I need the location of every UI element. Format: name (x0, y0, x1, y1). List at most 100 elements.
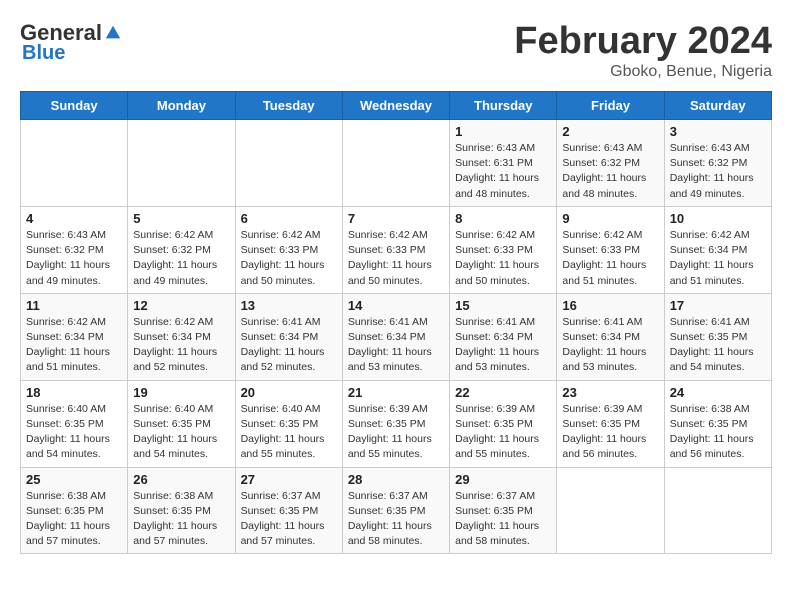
day-info: Sunrise: 6:38 AM Sunset: 6:35 PM Dayligh… (133, 489, 229, 550)
calendar-cell: 10 Sunrise: 6:42 AM Sunset: 6:34 PM Dayli… (664, 206, 771, 293)
calendar-cell: 2 Sunrise: 6:43 AM Sunset: 6:32 PM Daylig… (557, 120, 664, 207)
column-header-thursday: Thursday (450, 92, 557, 120)
day-info: Sunrise: 6:39 AM Sunset: 6:35 PM Dayligh… (455, 402, 551, 463)
calendar-cell: 24 Sunrise: 6:38 AM Sunset: 6:35 PM Dayli… (664, 380, 771, 467)
day-info: Sunrise: 6:37 AM Sunset: 6:35 PM Dayligh… (455, 489, 551, 550)
day-info: Sunrise: 6:43 AM Sunset: 6:32 PM Dayligh… (670, 141, 766, 202)
day-number: 2 (562, 124, 658, 139)
day-number: 22 (455, 385, 551, 400)
day-number: 13 (241, 298, 337, 313)
day-number: 14 (348, 298, 444, 313)
day-info: Sunrise: 6:41 AM Sunset: 6:34 PM Dayligh… (241, 315, 337, 376)
calendar-cell: 20 Sunrise: 6:40 AM Sunset: 6:35 PM Dayli… (235, 380, 342, 467)
day-number: 18 (26, 385, 122, 400)
day-info: Sunrise: 6:41 AM Sunset: 6:34 PM Dayligh… (348, 315, 444, 376)
calendar-cell: 15 Sunrise: 6:41 AM Sunset: 6:34 PM Dayli… (450, 293, 557, 380)
week-row-5: 25 Sunrise: 6:38 AM Sunset: 6:35 PM Dayli… (21, 467, 772, 554)
calendar-cell: 23 Sunrise: 6:39 AM Sunset: 6:35 PM Dayli… (557, 380, 664, 467)
day-number: 15 (455, 298, 551, 313)
calendar-cell: 25 Sunrise: 6:38 AM Sunset: 6:35 PM Dayli… (21, 467, 128, 554)
day-info: Sunrise: 6:37 AM Sunset: 6:35 PM Dayligh… (348, 489, 444, 550)
day-info: Sunrise: 6:42 AM Sunset: 6:33 PM Dayligh… (241, 228, 337, 289)
day-number: 25 (26, 472, 122, 487)
calendar-cell: 6 Sunrise: 6:42 AM Sunset: 6:33 PM Daylig… (235, 206, 342, 293)
day-number: 8 (455, 211, 551, 226)
calendar-cell: 19 Sunrise: 6:40 AM Sunset: 6:35 PM Dayli… (128, 380, 235, 467)
page-header: General Blue February 2024 Gboko, Benue,… (20, 20, 772, 81)
week-row-1: 1Sunrise: 6:43 AM Sunset: 6:31 PM Daylig… (21, 120, 772, 207)
day-number: 24 (670, 385, 766, 400)
day-info: Sunrise: 6:38 AM Sunset: 6:35 PM Dayligh… (670, 402, 766, 463)
column-header-tuesday: Tuesday (235, 92, 342, 120)
calendar-cell: 21 Sunrise: 6:39 AM Sunset: 6:35 PM Dayli… (342, 380, 449, 467)
day-info: Sunrise: 6:41 AM Sunset: 6:35 PM Dayligh… (670, 315, 766, 376)
calendar-cell: 22 Sunrise: 6:39 AM Sunset: 6:35 PM Dayli… (450, 380, 557, 467)
day-info: Sunrise: 6:43 AM Sunset: 6:32 PM Dayligh… (26, 228, 122, 289)
logo: General Blue (20, 20, 122, 65)
day-number: 29 (455, 472, 551, 487)
calendar-cell: 17 Sunrise: 6:41 AM Sunset: 6:35 PM Dayli… (664, 293, 771, 380)
calendar-cell: 18 Sunrise: 6:40 AM Sunset: 6:35 PM Dayli… (21, 380, 128, 467)
day-info: Sunrise: 6:40 AM Sunset: 6:35 PM Dayligh… (26, 402, 122, 463)
calendar-cell (557, 467, 664, 554)
calendar-cell: 28Sunrise: 6:37 AM Sunset: 6:35 PM Dayli… (342, 467, 449, 554)
day-info: Sunrise: 6:41 AM Sunset: 6:34 PM Dayligh… (455, 315, 551, 376)
calendar-cell: 3 Sunrise: 6:43 AM Sunset: 6:32 PM Daylig… (664, 120, 771, 207)
calendar-cell: 9Sunrise: 6:42 AM Sunset: 6:33 PM Daylig… (557, 206, 664, 293)
calendar-cell: 26Sunrise: 6:38 AM Sunset: 6:35 PM Dayli… (128, 467, 235, 554)
column-header-sunday: Sunday (21, 92, 128, 120)
calendar-cell: 8 Sunrise: 6:42 AM Sunset: 6:33 PM Daylig… (450, 206, 557, 293)
day-number: 9 (562, 211, 658, 226)
day-number: 21 (348, 385, 444, 400)
calendar-cell: 11 Sunrise: 6:42 AM Sunset: 6:34 PM Dayli… (21, 293, 128, 380)
day-info: Sunrise: 6:43 AM Sunset: 6:32 PM Dayligh… (562, 141, 658, 202)
day-info: Sunrise: 6:39 AM Sunset: 6:35 PM Dayligh… (348, 402, 444, 463)
day-info: Sunrise: 6:42 AM Sunset: 6:34 PM Dayligh… (133, 315, 229, 376)
day-info: Sunrise: 6:41 AM Sunset: 6:34 PM Dayligh… (562, 315, 658, 376)
calendar-cell (128, 120, 235, 207)
day-number: 1 (455, 124, 551, 139)
calendar-cell: 12 Sunrise: 6:42 AM Sunset: 6:34 PM Dayli… (128, 293, 235, 380)
day-number: 16 (562, 298, 658, 313)
day-number: 5 (133, 211, 229, 226)
column-header-saturday: Saturday (664, 92, 771, 120)
day-number: 17 (670, 298, 766, 313)
day-info: Sunrise: 6:40 AM Sunset: 6:35 PM Dayligh… (133, 402, 229, 463)
calendar-cell (342, 120, 449, 207)
day-number: 19 (133, 385, 229, 400)
day-number: 6 (241, 211, 337, 226)
day-info: Sunrise: 6:37 AM Sunset: 6:35 PM Dayligh… (241, 489, 337, 550)
day-number: 27 (241, 472, 337, 487)
calendar-cell: 14 Sunrise: 6:41 AM Sunset: 6:34 PM Dayli… (342, 293, 449, 380)
day-info: Sunrise: 6:39 AM Sunset: 6:35 PM Dayligh… (562, 402, 658, 463)
day-number: 12 (133, 298, 229, 313)
day-info: Sunrise: 6:38 AM Sunset: 6:35 PM Dayligh… (26, 489, 122, 550)
day-info: Sunrise: 6:42 AM Sunset: 6:34 PM Dayligh… (670, 228, 766, 289)
calendar-cell: 13 Sunrise: 6:41 AM Sunset: 6:34 PM Dayli… (235, 293, 342, 380)
calendar-cell: 29 Sunrise: 6:37 AM Sunset: 6:35 PM Dayli… (450, 467, 557, 554)
week-row-4: 18 Sunrise: 6:40 AM Sunset: 6:35 PM Dayli… (21, 380, 772, 467)
day-number: 10 (670, 211, 766, 226)
day-number: 3 (670, 124, 766, 139)
day-number: 20 (241, 385, 337, 400)
day-number: 11 (26, 298, 122, 313)
calendar-cell: 5Sunrise: 6:42 AM Sunset: 6:32 PM Daylig… (128, 206, 235, 293)
week-row-2: 4Sunrise: 6:43 AM Sunset: 6:32 PM Daylig… (21, 206, 772, 293)
day-info: Sunrise: 6:40 AM Sunset: 6:35 PM Dayligh… (241, 402, 337, 463)
logo-blue-text: Blue (22, 42, 65, 65)
day-info: Sunrise: 6:42 AM Sunset: 6:34 PM Dayligh… (26, 315, 122, 376)
day-info: Sunrise: 6:42 AM Sunset: 6:33 PM Dayligh… (455, 228, 551, 289)
calendar-header: SundayMondayTuesdayWednesdayThursdayFrid… (21, 92, 772, 120)
calendar-cell (21, 120, 128, 207)
day-number: 23 (562, 385, 658, 400)
day-number: 7 (348, 211, 444, 226)
calendar-cell (235, 120, 342, 207)
column-header-wednesday: Wednesday (342, 92, 449, 120)
column-header-monday: Monday (128, 92, 235, 120)
calendar-cell: 16 Sunrise: 6:41 AM Sunset: 6:34 PM Dayli… (557, 293, 664, 380)
calendar-cell: 4Sunrise: 6:43 AM Sunset: 6:32 PM Daylig… (21, 206, 128, 293)
calendar-cell: 27 Sunrise: 6:37 AM Sunset: 6:35 PM Dayli… (235, 467, 342, 554)
day-info: Sunrise: 6:42 AM Sunset: 6:33 PM Dayligh… (348, 228, 444, 289)
column-header-friday: Friday (557, 92, 664, 120)
calendar-cell (664, 467, 771, 554)
